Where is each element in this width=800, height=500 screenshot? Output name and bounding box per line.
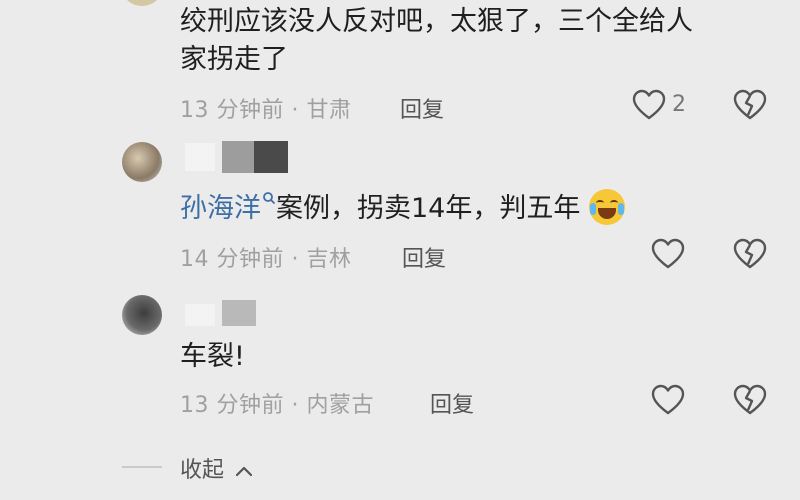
username-blur xyxy=(185,304,215,326)
avatar[interactable] xyxy=(122,0,162,6)
divider xyxy=(122,466,162,468)
dislike-icon[interactable] xyxy=(733,89,767,121)
comment-meta: 13 分钟前 · 甘肃 xyxy=(180,92,352,124)
comment-time: 14 分钟前 xyxy=(180,247,284,272)
avatar[interactable] xyxy=(122,142,162,182)
like-count: 2 xyxy=(672,92,686,117)
collapse-label: 收起 xyxy=(180,458,225,483)
search-icon xyxy=(262,190,276,208)
comment-text: 车裂! xyxy=(180,341,245,372)
crying-laughing-emoji-icon xyxy=(588,188,625,225)
comment-text: 绞刑应该没人反对吧，太狠了，三个全给人 家拐走了 xyxy=(180,6,693,75)
comment-location: 内蒙古 xyxy=(306,393,375,418)
comment-time: 13 分钟前 xyxy=(180,98,284,123)
avatar[interactable] xyxy=(122,295,162,335)
mention-link[interactable]: 孙海洋 xyxy=(180,190,276,224)
comment-text: 孙海洋 案例，拐卖14年，判五年 xyxy=(180,188,625,228)
like-icon[interactable] xyxy=(651,384,685,416)
comment-meta: 14 分钟前 · 吉林 xyxy=(180,241,352,273)
meta-separator: · xyxy=(291,247,299,272)
comment-time: 13 分钟前 xyxy=(180,393,284,418)
like-icon[interactable] xyxy=(651,238,685,270)
dislike-icon[interactable] xyxy=(733,238,767,270)
username-blur xyxy=(185,143,215,171)
username-blur xyxy=(254,141,288,173)
username-blur xyxy=(222,141,254,173)
comment-location: 吉林 xyxy=(306,247,352,272)
like-icon[interactable] xyxy=(632,89,666,121)
dislike-icon[interactable] xyxy=(733,384,767,416)
comment-meta: 13 分钟前 · 内蒙古 xyxy=(180,387,374,419)
meta-separator: · xyxy=(291,393,299,418)
collapse-button[interactable]: 收起 xyxy=(180,452,253,484)
username-blur xyxy=(222,300,256,326)
chevron-up-icon xyxy=(235,465,253,477)
reply-button[interactable]: 回复 xyxy=(400,92,444,124)
reply-button[interactable]: 回复 xyxy=(402,241,446,273)
meta-separator: · xyxy=(291,98,299,123)
reply-button[interactable]: 回复 xyxy=(430,387,474,419)
comment-location: 甘肃 xyxy=(306,98,352,123)
